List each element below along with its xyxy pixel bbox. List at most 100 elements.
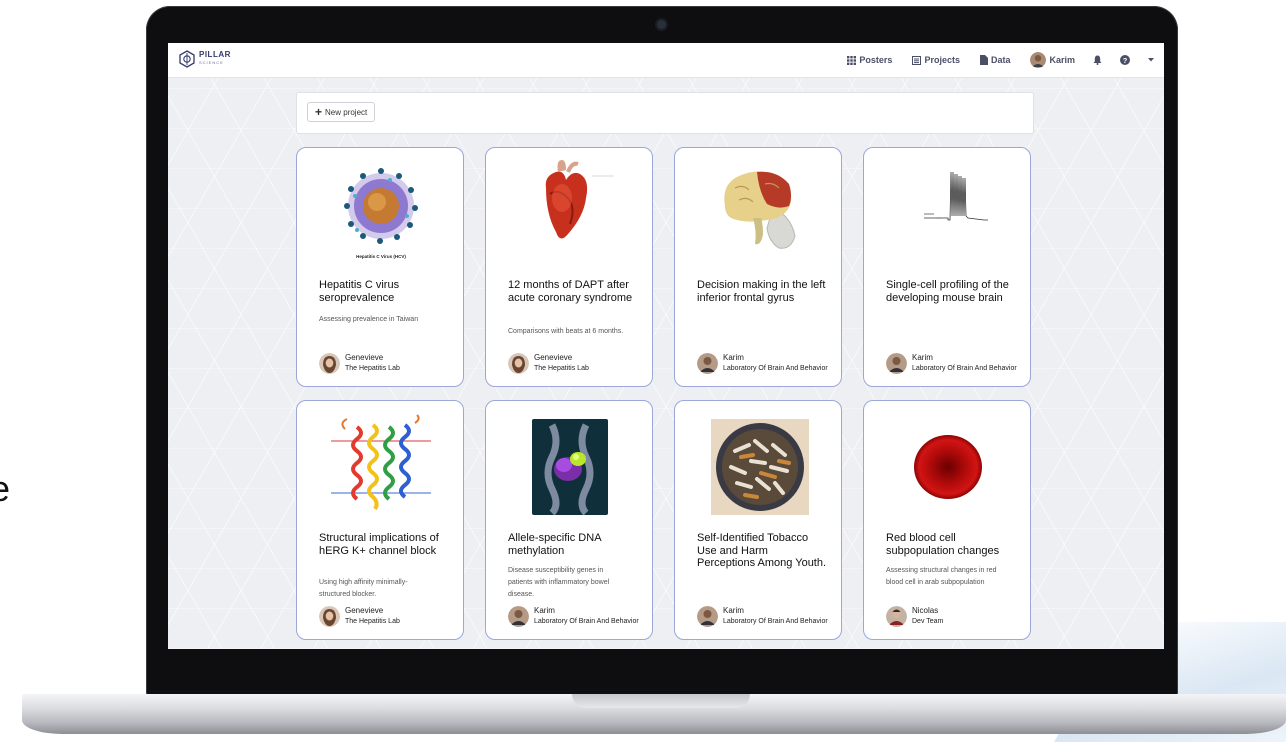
virus-illustration: Hepatitis C Virus (HCV) (344, 168, 418, 259)
file-icon (979, 55, 988, 65)
card-image (317, 411, 445, 515)
card-title: Red blood cell subpopulation changes (886, 532, 1000, 557)
author-avatar (886, 605, 907, 627)
author-avatar (319, 605, 340, 627)
brain-illustration (724, 171, 796, 249)
author-name: Genevieve (534, 353, 573, 362)
card-title: Self-Identified Tobacco Use and Harm Per… (697, 532, 827, 569)
card-author[interactable]: Karim Laboratory Of Brain And Behavior (886, 352, 1017, 374)
author-lab: Laboratory Of Brain And Behavior (723, 365, 828, 372)
project-card[interactable]: Self-Identified Tobacco Use and Harm Per… (674, 400, 842, 640)
new-project-label: New project (325, 107, 368, 117)
card-author[interactable]: Karim Laboratory Of Brain And Behavior (697, 605, 828, 627)
brand-sub: SCIENCE (199, 60, 224, 65)
card-author[interactable]: Karim Laboratory Of Brain And Behavior (508, 605, 639, 627)
nav-user[interactable]: Karim (1030, 52, 1075, 68)
nav-data-label: Data (990, 55, 1011, 65)
card-author[interactable]: Genevieve The Hepatitis Lab (508, 352, 589, 374)
card-description: Comparisons with beats at 6 months. (508, 328, 624, 335)
card-description: Disease susceptibility genes in patients… (508, 567, 610, 598)
nav-menu: Posters Projects Data Karim ? (827, 43, 1154, 77)
author-lab: Laboratory Of Brain And Behavior (912, 365, 1017, 372)
nav-user-label: Karim (1049, 55, 1075, 65)
card-image (695, 158, 823, 262)
author-avatar (508, 605, 529, 627)
new-project-button[interactable]: + New project (307, 102, 376, 122)
notifications-button[interactable] (1093, 55, 1102, 65)
brand-logo[interactable]: PILLAR SCIENCE (178, 50, 231, 68)
project-card[interactable]: Decision making in the left inferior fro… (674, 147, 842, 387)
project-card[interactable]: 12 months of DAPT after acute coronary s… (485, 147, 653, 387)
grid-icon (847, 55, 857, 65)
author-avatar (697, 352, 718, 374)
card-author[interactable]: Karim Laboratory Of Brain And Behavior (697, 352, 828, 374)
image-caption: Hepatitis C Virus (HCV) (356, 254, 406, 259)
svg-text:?: ? (1123, 56, 1128, 65)
pillar-logo-icon (179, 50, 195, 68)
card-author[interactable]: Nicolas Dev Team (886, 605, 943, 627)
card-image (884, 158, 1012, 262)
author-lab: Laboratory Of Brain And Behavior (723, 618, 828, 625)
author-lab: The Hepatitis Lab (345, 365, 400, 372)
project-card[interactable]: Hepatitis C Virus (HCV) Hepatitis C viru… (296, 147, 464, 387)
user-avatar (1030, 52, 1047, 68)
card-description: Using high affinity minimally-structured… (319, 579, 408, 598)
author-name: Genevieve (345, 606, 384, 615)
laptop-screen: PILLAR SCIENCE Posters Projects Data Kar… (168, 43, 1164, 649)
author-name: Karim (534, 606, 555, 615)
dropdown-toggle[interactable] (1148, 58, 1154, 62)
help-icon: ? (1120, 55, 1130, 65)
author-lab: The Hepatitis Lab (345, 618, 400, 625)
card-image: Hepatitis C Virus (HCV) (317, 158, 445, 262)
caret-down-icon (1148, 58, 1154, 62)
author-avatar (319, 352, 340, 374)
list-icon (912, 55, 922, 65)
author-name: Karim (723, 606, 744, 615)
nav-projects-label: Projects (924, 55, 960, 65)
plus-icon: + (315, 105, 323, 119)
author-avatar (697, 605, 718, 627)
card-author[interactable]: Genevieve The Hepatitis Lab (319, 605, 400, 627)
card-image (884, 411, 1012, 515)
card-title: Hepatitis C virus seroprevalence (319, 279, 400, 304)
card-image (506, 158, 634, 262)
project-card[interactable]: Allele-specific DNA methylation Disease … (485, 400, 653, 640)
project-card[interactable]: Red blood cell subpopulation changes Ass… (863, 400, 1031, 640)
author-name: Karim (723, 353, 744, 362)
red-blood-cell-illustration (914, 435, 982, 499)
help-button[interactable]: ? (1120, 55, 1130, 65)
nav-posters-label: Posters (859, 55, 893, 65)
author-avatar (508, 352, 529, 374)
camera-dot (657, 20, 666, 29)
author-lab: The Hepatitis Lab (534, 365, 589, 372)
author-avatar (886, 352, 907, 374)
nav-projects[interactable]: Projects (912, 55, 960, 65)
heart-illustration (545, 160, 614, 239)
project-card[interactable]: Structural implications of hERG K+ chann… (296, 400, 464, 640)
card-description: Assessing structural changes in red bloo… (886, 567, 997, 586)
author-name: Karim (912, 353, 933, 362)
laptop-notch (572, 694, 750, 708)
spike-train-plot (924, 171, 988, 221)
card-image (506, 411, 634, 515)
protein-structure-illustration (331, 414, 431, 511)
card-title: Single-cell profiling of the developing … (886, 279, 1009, 304)
author-lab: Laboratory Of Brain And Behavior (534, 618, 639, 625)
top-navbar: PILLAR SCIENCE Posters Projects Data Kar… (168, 43, 1164, 78)
nav-posters[interactable]: Posters (847, 55, 892, 65)
card-title: 12 months of DAPT after acute coronary s… (508, 279, 633, 304)
bell-icon (1093, 55, 1102, 65)
cropped-text: e (0, 468, 11, 509)
projects-toolbar: + New project (296, 92, 1034, 134)
card-title: Structural implications of hERG K+ chann… (319, 532, 439, 557)
card-title: Allele-specific DNA methylation (508, 532, 601, 557)
ashtray-photo (711, 419, 809, 515)
card-title: Decision making in the left inferior fro… (697, 279, 826, 304)
author-lab: Dev Team (912, 618, 944, 625)
project-card[interactable]: Single-cell profiling of the developing … (863, 147, 1031, 387)
card-description: Assessing prevalence in Taiwan (319, 316, 419, 323)
card-author[interactable]: Genevieve The Hepatitis Lab (319, 352, 400, 374)
nav-data[interactable]: Data (979, 55, 1011, 65)
brand-name: PILLAR (199, 50, 231, 59)
dna-methylation-illustration (532, 419, 608, 515)
